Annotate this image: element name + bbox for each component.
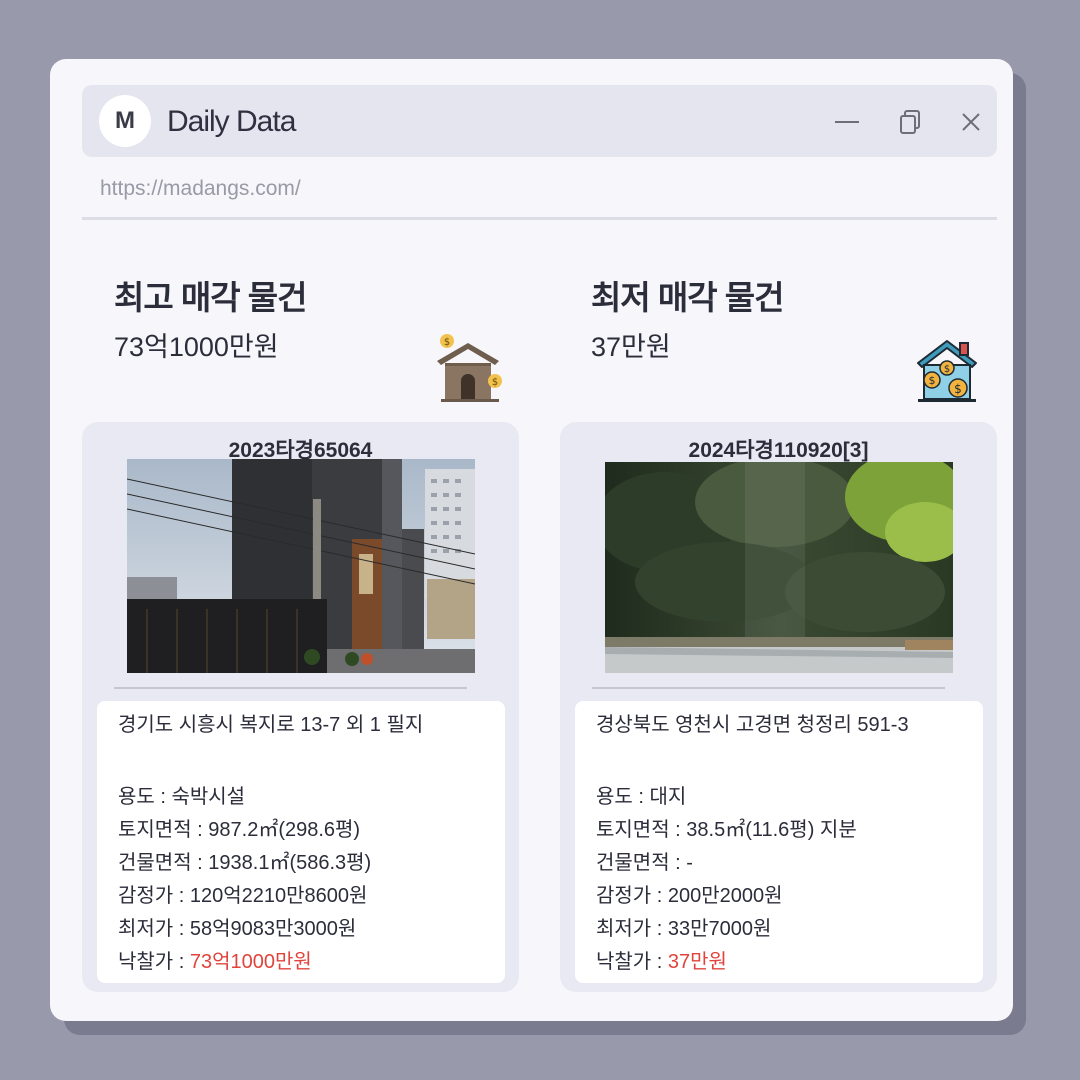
lowest-minimum: 최저가 : 33만7000원: [596, 918, 772, 940]
app-window: M Daily Data https://madangs.com/ 최고 매각 …: [50, 59, 1013, 1021]
winning-bid-label: 낙찰가 :: [596, 951, 668, 973]
highest-usage: 용도 : 숙박시설: [118, 786, 246, 808]
svg-text:$: $: [954, 382, 962, 396]
svg-text:$: $: [492, 377, 498, 388]
restore-button[interactable]: [896, 107, 926, 137]
lowest-winning-bid: 낙찰가 : 37만원: [596, 946, 962, 979]
highest-minimum: 최저가 : 58억9083만3000원: [118, 918, 357, 940]
url-text[interactable]: https://madangs.com/: [100, 177, 301, 201]
minimize-button[interactable]: [832, 107, 862, 137]
lowest-land-area: 토지면적 : 38.5㎡(11.6평) 지분: [596, 819, 857, 841]
winning-bid-value: 37만원: [667, 951, 727, 973]
highest-heading: 최고 매각 물건: [114, 279, 307, 316]
lowest-usage: 용도 : 대지: [596, 786, 687, 808]
highest-building-area: 건물면적 : 1938.1㎡(586.3평): [118, 852, 372, 874]
lowest-appraisal: 감정가 : 200만2000원: [596, 885, 783, 907]
url-divider: [82, 217, 997, 220]
highest-price: 73억1000만원: [114, 332, 279, 362]
lowest-heading: 최저 매각 물건: [591, 279, 784, 316]
title-bar: M Daily Data: [82, 85, 997, 157]
highest-winning-bid: 낙찰가 : 73억1000만원: [118, 946, 484, 979]
lowest-price: 37만원: [591, 332, 671, 362]
highest-card-divider: [114, 687, 467, 689]
highest-land-area: 토지면적 : 987.2㎡(298.6평): [118, 819, 361, 841]
highest-appraisal: 감정가 : 120억2210만8600원: [118, 885, 368, 907]
house-coins-icon: $ $ $: [917, 340, 977, 402]
highest-address: 경기도 시흥시 복지로 13-7 외 1 필지: [118, 714, 424, 736]
winning-bid-label: 낙찰가 :: [118, 951, 190, 973]
app-logo: M: [99, 95, 151, 147]
lowest-case-number[interactable]: 2024타경110920[3]: [560, 434, 997, 464]
house-money-icon: $ $: [437, 334, 502, 402]
svg-text:$: $: [929, 374, 936, 387]
svg-text:$: $: [444, 337, 450, 348]
highest-details: 경기도 시흥시 복지로 13-7 외 1 필지 용도 : 숙박시설 토지면적 :…: [97, 701, 505, 983]
app-title: Daily Data: [167, 105, 296, 138]
lowest-building-area: 건물면적 : -: [596, 852, 693, 874]
lowest-address: 경상북도 영천시 고경면 청정리 591-3: [596, 714, 909, 736]
lowest-details: 경상북도 영천시 고경면 청정리 591-3 용도 : 대지 토지면적 : 38…: [575, 701, 983, 983]
building-photo[interactable]: [127, 459, 475, 673]
restore-icon: [900, 110, 920, 134]
svg-text:$: $: [944, 364, 950, 375]
winning-bid-value: 73억1000만원: [189, 951, 312, 973]
lowest-card-divider: [592, 687, 945, 689]
close-icon: [962, 113, 980, 131]
highest-card[interactable]: 2023타경65064 경기도 시흥시 복지로 13-7 외 1 필지 용도:…: [82, 422, 519, 992]
forest-land-photo[interactable]: [605, 462, 953, 673]
close-button[interactable]: [956, 107, 986, 137]
minimize-icon: [835, 121, 859, 123]
lowest-card[interactable]: 2024타경110920[3] 경상북도 영천시 고경면 청정리 591-3 용…: [560, 422, 997, 992]
